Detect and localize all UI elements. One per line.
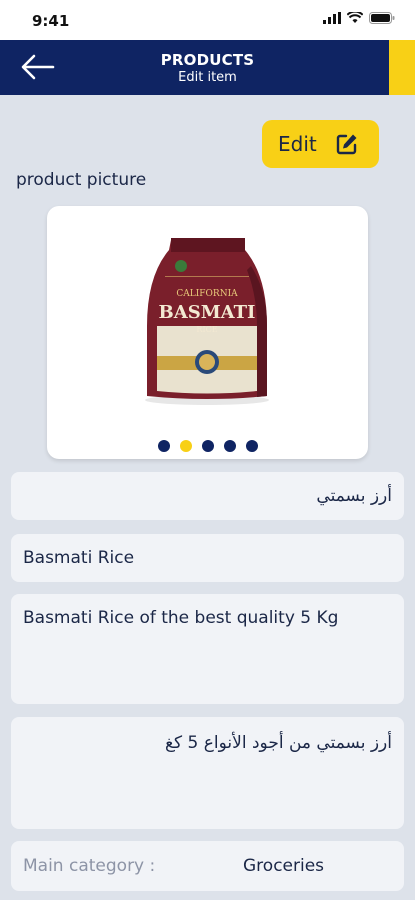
package-variety-text: RICE: [196, 325, 217, 334]
header-accent-bar: [389, 40, 415, 95]
english-description-field[interactable]: Basmati Rice of the best quality 5 Kg: [11, 594, 404, 704]
edit-button-label: Edit: [278, 132, 317, 156]
battery-icon: [369, 12, 395, 24]
english-name-field[interactable]: Basmati Rice: [11, 534, 404, 582]
wifi-icon: [347, 12, 363, 23]
edit-square-icon: [336, 134, 357, 155]
arabic-name-value: أرز بسمتي: [316, 486, 392, 506]
carousel-dot[interactable]: [245, 440, 258, 452]
status-time: 9:41: [32, 12, 70, 30]
product-image-card[interactable]: CALIFORNIA BASMATI RICE: [47, 206, 368, 459]
main-category-value: Groceries: [243, 856, 325, 876]
product-image: CALIFORNIA BASMATI RICE: [145, 238, 269, 405]
carousel-dot[interactable]: [223, 440, 236, 452]
english-description-value: Basmati Rice of the best quality 5 Kg: [23, 608, 339, 628]
arabic-description-field[interactable]: أرز بسمتي من أجود الأنواع 5 كغ: [11, 717, 404, 829]
status-bar: 9:41: [0, 0, 415, 40]
carousel-dot[interactable]: [179, 440, 192, 452]
package-name-text: BASMATI: [159, 302, 256, 323]
page-title: PRODUCTS: [160, 51, 255, 69]
status-icons: [323, 12, 395, 24]
page-subtitle: Edit item: [178, 70, 237, 85]
signal-icon: [323, 12, 341, 24]
main-category-field[interactable]: Main category : Groceries: [11, 841, 404, 891]
package-brand-text: CALIFORNIA: [176, 289, 238, 299]
carousel-dot[interactable]: [201, 440, 214, 452]
product-picture-label: product picture: [16, 170, 147, 190]
carousel-dot[interactable]: [157, 440, 170, 452]
image-carousel-dots: [47, 440, 368, 452]
arabic-description-value: أرز بسمتي من أجود الأنواع 5 كغ: [165, 733, 392, 753]
main-category-label: Main category :: [23, 856, 156, 876]
app-header: PRODUCTS Edit item: [0, 40, 415, 95]
arabic-name-field[interactable]: أرز بسمتي: [11, 472, 404, 520]
english-name-value: Basmati Rice: [23, 548, 135, 568]
edit-button[interactable]: Edit: [262, 120, 379, 168]
